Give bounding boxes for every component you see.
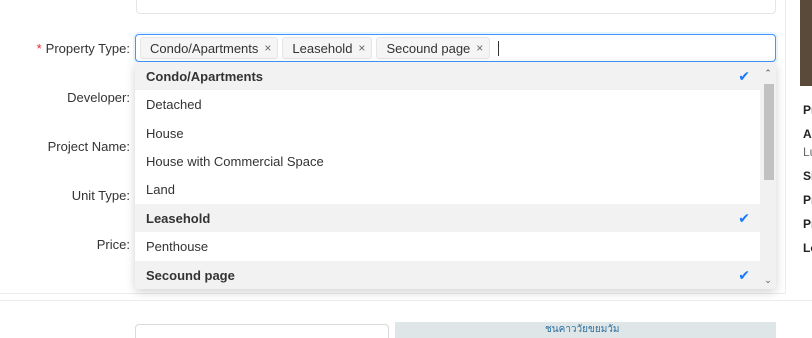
check-icon: ✔: [738, 266, 750, 283]
unit-type-label: Unit Type:: [71, 188, 130, 203]
required-mark: *: [36, 41, 42, 56]
property-type-dropdown: Condo/Apartments ✔ Detached House House …: [135, 62, 776, 289]
tag-label: Leasehold: [292, 40, 353, 56]
scroll-down-icon[interactable]: ⌄: [760, 272, 776, 288]
check-icon: ✔: [738, 209, 750, 226]
right-panel-line: Pr: [803, 193, 812, 207]
developer-label: Developer:: [67, 90, 130, 105]
right-panel-line: Lo: [803, 241, 812, 255]
dropdown-option[interactable]: Detached: [135, 90, 760, 118]
map-label: ชนคาววัยขยมวัม: [545, 324, 620, 335]
dropdown-option[interactable]: Leasehold ✔: [135, 204, 760, 232]
property-type-label: * Property Type:: [36, 41, 130, 56]
property-photo: [800, 0, 812, 86]
selected-tag: Leasehold ×: [282, 37, 373, 59]
dropdown-option[interactable]: House with Commercial Space: [135, 147, 760, 175]
scroll-up-icon[interactable]: ⌃: [760, 65, 776, 81]
project-name-label: Project Name:: [47, 139, 130, 154]
dropdown-option[interactable]: Condo/Apartments ✔: [135, 62, 760, 90]
right-panel-line: Pr: [803, 103, 812, 117]
selected-tag: Condo/Apartments ×: [140, 37, 279, 59]
right-panel-line: Ac: [803, 127, 812, 141]
dropdown-option[interactable]: House: [135, 119, 760, 147]
check-icon: ✔: [738, 67, 750, 84]
dropdown-scrollbar[interactable]: ⌃ ⌄: [760, 62, 776, 289]
tag-label: Condo/Apartments: [150, 40, 259, 56]
dropdown-option[interactable]: Land: [135, 175, 760, 203]
close-icon[interactable]: ×: [264, 41, 271, 55]
right-panel-line: Si: [803, 169, 812, 183]
location-input[interactable]: [135, 324, 389, 338]
scroll-thumb[interactable]: [764, 84, 774, 180]
right-panel-line: Lu: [803, 145, 812, 159]
right-panel-line: Pr: [803, 217, 812, 231]
text-caret[interactable]: [498, 40, 500, 56]
close-icon[interactable]: ×: [476, 41, 483, 55]
map-preview[interactable]: ชนคาววัยขยมวัม: [395, 322, 776, 338]
property-type-select[interactable]: Condo/Apartments × Leasehold × Secound p…: [135, 34, 776, 62]
dropdown-option[interactable]: Secound page ✔: [135, 261, 760, 289]
price-label: Price:: [96, 237, 130, 252]
close-icon[interactable]: ×: [358, 41, 365, 55]
section-divider: [0, 300, 812, 301]
tag-label: Secound page: [386, 40, 471, 56]
dropdown-option[interactable]: Penthouse: [135, 232, 760, 260]
selected-tag: Secound page ×: [376, 37, 491, 59]
